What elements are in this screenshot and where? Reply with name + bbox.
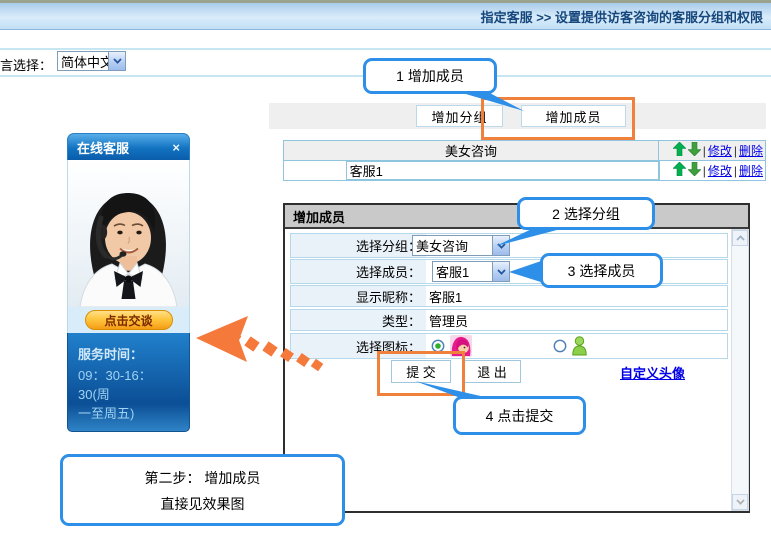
group-select[interactable]: 美女咨询 xyxy=(412,235,510,256)
move-up-icon[interactable] xyxy=(673,162,686,179)
separator: | xyxy=(734,144,737,158)
service-time-line2: 一至周五) xyxy=(78,404,179,423)
language-select[interactable]: 简体中文 xyxy=(57,51,126,71)
scroll-down-icon[interactable] xyxy=(732,494,748,510)
group-header-row: 美女咨询 | 修改 | 删除 xyxy=(283,140,766,161)
nickname-label: 显示昵称： xyxy=(291,286,426,306)
green-person-icon xyxy=(571,336,588,359)
callout-step2: 2 选择分组 xyxy=(517,197,655,230)
move-down-icon[interactable] xyxy=(688,142,701,159)
chat-widget: 在线客服 × xyxy=(67,133,190,432)
separator: | xyxy=(734,164,737,178)
type-value: 管理员 xyxy=(426,311,468,330)
service-time-panel: 服务时间： 09：30-16：30(周 一至周五) xyxy=(67,333,190,432)
agent-photo xyxy=(67,160,190,307)
chat-button-strip: 点击交谈 xyxy=(67,307,190,333)
add-member-panel: 增加成员 选择分组： 美女咨询 选择成员： 客服1 xyxy=(283,203,750,513)
group-select-value: 美女咨询 xyxy=(413,236,492,255)
service-time-label: 服务时间： xyxy=(78,344,179,363)
exit-button[interactable]: 退 出 xyxy=(463,360,521,383)
chevron-down-icon[interactable] xyxy=(492,262,509,281)
callout-summary: 第二步： 增加成员 直接见效果图 xyxy=(60,454,345,526)
delete-link[interactable]: 删除 xyxy=(739,142,763,159)
modify-link[interactable]: 修改 xyxy=(708,142,732,159)
callout-step3: 3 选择成员 xyxy=(540,253,663,288)
language-selected-value: 简体中文 xyxy=(58,52,108,71)
scroll-up-icon[interactable] xyxy=(732,230,748,246)
callout-step4: 4 点击提交 xyxy=(453,396,586,435)
chevron-down-icon[interactable] xyxy=(108,52,125,70)
member-select-label: 选择成员： xyxy=(291,260,426,283)
chat-widget-title: 在线客服 xyxy=(77,138,129,157)
panel-scrollbar[interactable] xyxy=(731,229,749,511)
indent-spacer xyxy=(284,161,346,180)
service-time-line1: 09：30-16：30(周 xyxy=(78,366,179,404)
type-label: 类型： xyxy=(291,310,426,330)
chevron-down-icon[interactable] xyxy=(492,236,509,255)
separator: | xyxy=(703,144,706,158)
group-table: 美女咨询 | 修改 | 删除 客服1 | 修改 | 删除 xyxy=(283,140,766,181)
breadcrumb: 指定客服 >> 设置提供访客咨询的客服分组和权限 xyxy=(481,7,763,26)
language-label: 语言选择： xyxy=(0,55,52,74)
delete-link[interactable]: 删除 xyxy=(739,162,763,179)
top-banner: 指定客服 >> 设置提供访客咨询的客服分组和权限 xyxy=(0,0,771,30)
member-select[interactable]: 客服1 xyxy=(432,261,510,282)
member-select-value: 客服1 xyxy=(433,262,492,281)
nickname-value: 客服1 xyxy=(426,287,462,306)
close-icon[interactable]: × xyxy=(172,141,180,154)
page: 指定客服 >> 设置提供访客咨询的客服分组和权限 语言选择： 简体中文 增加分组… xyxy=(0,0,771,534)
summary-line2: 直接见效果图 xyxy=(161,491,245,517)
form-row-nickname: 显示昵称： 客服1 xyxy=(290,285,728,307)
move-up-icon[interactable] xyxy=(673,142,686,159)
highlight-add-member xyxy=(481,97,635,140)
highlight-submit xyxy=(377,351,465,396)
member-actions: | 修改 | 删除 xyxy=(659,161,765,180)
group-select-label: 选择分组： xyxy=(291,234,426,257)
chat-widget-titlebar: 在线客服 × xyxy=(67,133,190,160)
form-row-icon: 选择图标： xyxy=(290,333,728,359)
modify-link[interactable]: 修改 xyxy=(708,162,732,179)
summary-line1: 第二步： 增加成员 xyxy=(145,465,261,491)
form-row-type: 类型： 管理员 xyxy=(290,309,728,331)
custom-avatar-link[interactable]: 自定义头像 xyxy=(620,363,685,382)
member-name: 客服1 xyxy=(346,161,659,180)
chat-now-button[interactable]: 点击交谈 xyxy=(85,310,173,330)
member-row: 客服1 | 修改 | 删除 xyxy=(283,160,766,181)
separator: | xyxy=(703,164,706,178)
callout-step1: 1 增加成员 xyxy=(363,58,497,94)
divider-top xyxy=(0,48,771,50)
group-actions: | 修改 | 删除 xyxy=(658,141,765,160)
form-row-group: 选择分组： 美女咨询 xyxy=(290,233,728,258)
radio-unselected-icon[interactable] xyxy=(553,339,567,356)
group-name: 美女咨询 xyxy=(284,141,658,160)
move-down-icon[interactable] xyxy=(688,162,701,179)
